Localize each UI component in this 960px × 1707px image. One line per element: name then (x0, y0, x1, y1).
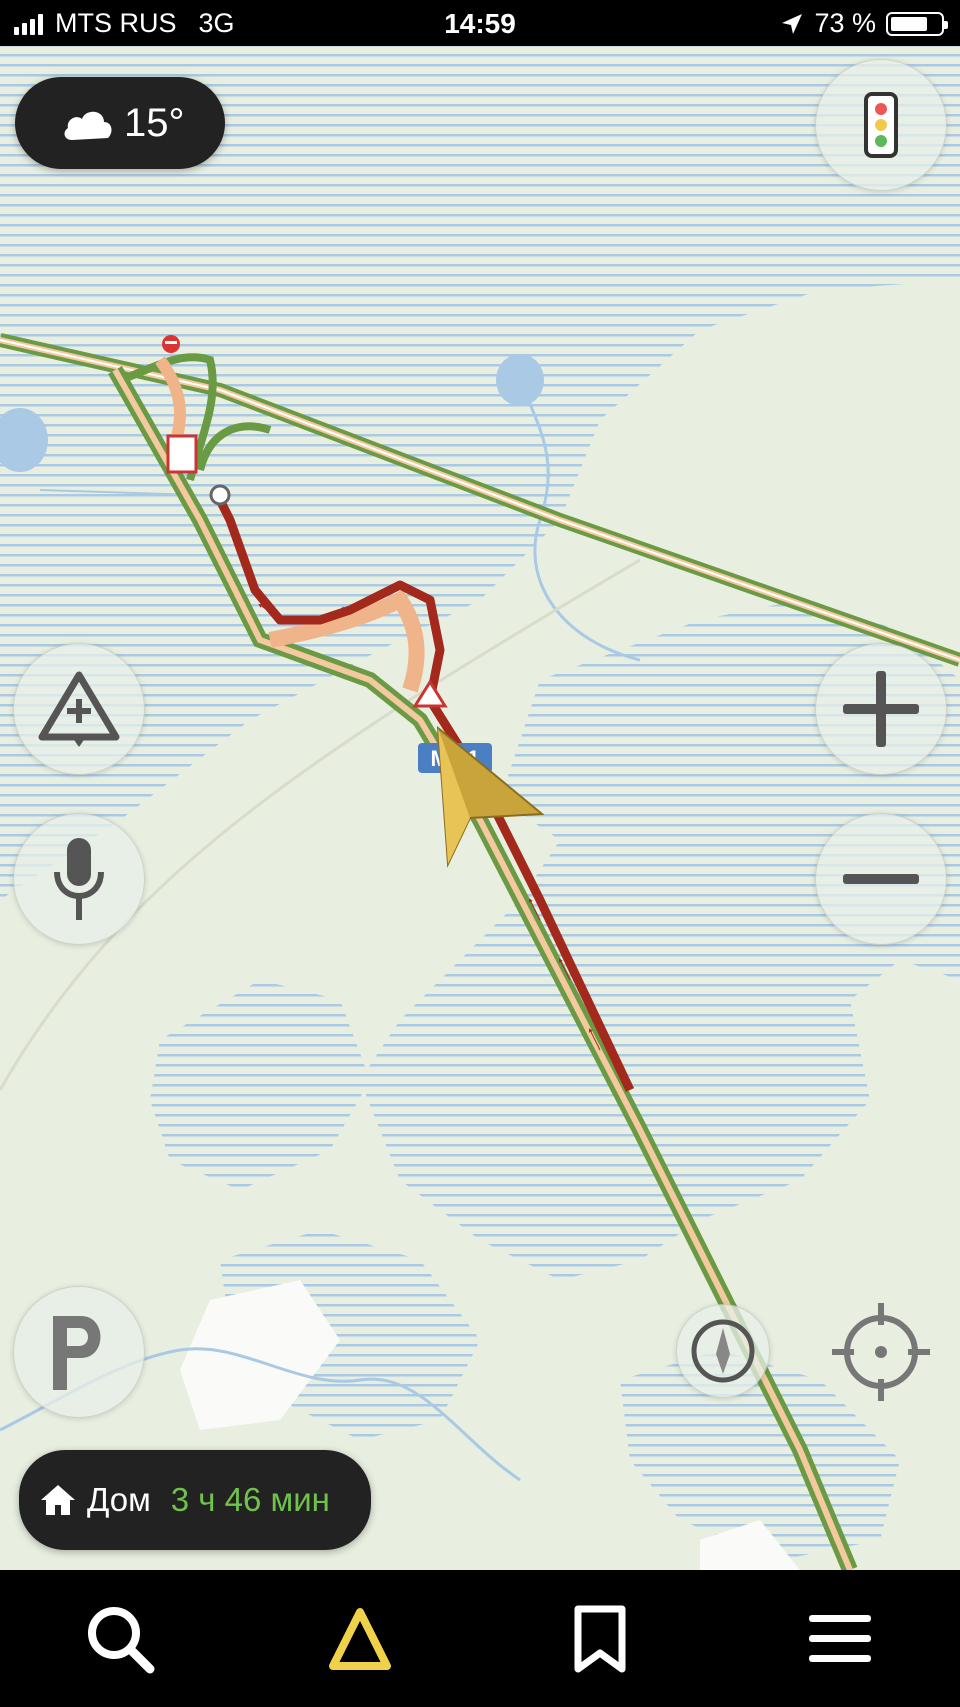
menu-icon (809, 1614, 871, 1662)
navigation-icon (329, 1607, 391, 1670)
battery-percent: 73 % (814, 8, 876, 38)
parking-button[interactable] (13, 1286, 145, 1418)
target-icon (832, 1303, 930, 1401)
zoom-out-button[interactable] (815, 813, 947, 945)
tab-search[interactable] (45, 1570, 195, 1707)
compass-icon (691, 1319, 755, 1383)
temperature: 15° (124, 100, 185, 145)
minus-icon (843, 874, 919, 884)
zoom-in-button[interactable] (815, 643, 947, 775)
cloud-icon (64, 111, 112, 140)
warning-plus-icon (38, 671, 120, 747)
route-home-button[interactable]: Дом 3 ч 46 мин (19, 1450, 371, 1550)
plus-icon (843, 671, 919, 747)
destination-label: Дом (87, 1481, 151, 1518)
camera-marker[interactable] (209, 484, 231, 506)
microphone-icon (54, 838, 104, 920)
battery-icon (886, 11, 948, 36)
eta-label: 3 ч 46 мин (170, 1481, 330, 1518)
add-road-event-button[interactable] (13, 643, 145, 775)
tab-navigation[interactable] (285, 1570, 435, 1707)
bottom-tab-bar (0, 1570, 960, 1707)
home-icon (41, 1485, 75, 1515)
map-view[interactable]: M-11 15° (0, 46, 960, 1570)
search-icon (88, 1606, 155, 1673)
tab-menu[interactable] (765, 1570, 915, 1707)
locate-me-button[interactable] (830, 1301, 932, 1403)
status-bar: MTS RUS 3G 14:59 73 % (0, 0, 960, 46)
traffic-toggle-button[interactable] (815, 59, 947, 191)
voice-search-button[interactable] (13, 813, 145, 945)
parking-icon (53, 1316, 101, 1390)
bookmark-icon (574, 1605, 626, 1672)
compass-button[interactable] (676, 1304, 770, 1398)
location-arrow-icon (782, 13, 803, 34)
weather-widget[interactable]: 15° (15, 77, 225, 169)
road-sign-marker[interactable] (166, 434, 198, 474)
tab-bookmarks[interactable] (525, 1570, 675, 1707)
traffic-light-icon (864, 92, 898, 158)
